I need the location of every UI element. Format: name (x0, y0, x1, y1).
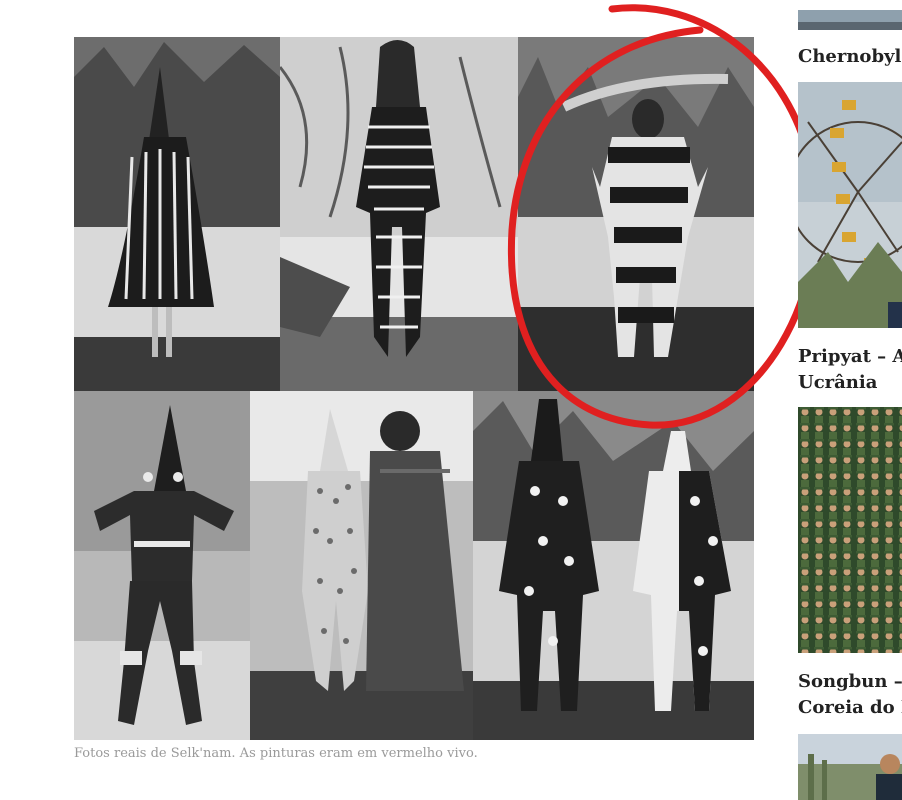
article-title-chernobyl[interactable]: Chernobyl (798, 44, 902, 70)
photo-masked-figure (74, 391, 250, 740)
photo-banded-figure (518, 37, 754, 391)
related-articles-sidebar: Chernobyl Pripyat – A Ucrânia Songbun – … (798, 0, 902, 800)
photo-striped-figure (280, 37, 518, 391)
article-thumb-next[interactable] (798, 734, 902, 800)
article-title-songbun[interactable]: Songbun – Coreia do N (798, 669, 902, 721)
article-thumb-songbun[interactable] (798, 407, 902, 653)
article-thumb-chernobyl-top[interactable] (798, 10, 902, 30)
article-thumb-pripyat[interactable] (798, 82, 902, 328)
photo-cloaked-figure (74, 37, 280, 391)
article-title-pripyat[interactable]: Pripyat – A Ucrânia (798, 344, 902, 396)
photo-spotted-pair (473, 391, 754, 740)
photo-caption: Fotos reais de Selk'nam. As pinturas era… (74, 746, 478, 761)
photo-feathered-figures (250, 391, 473, 740)
